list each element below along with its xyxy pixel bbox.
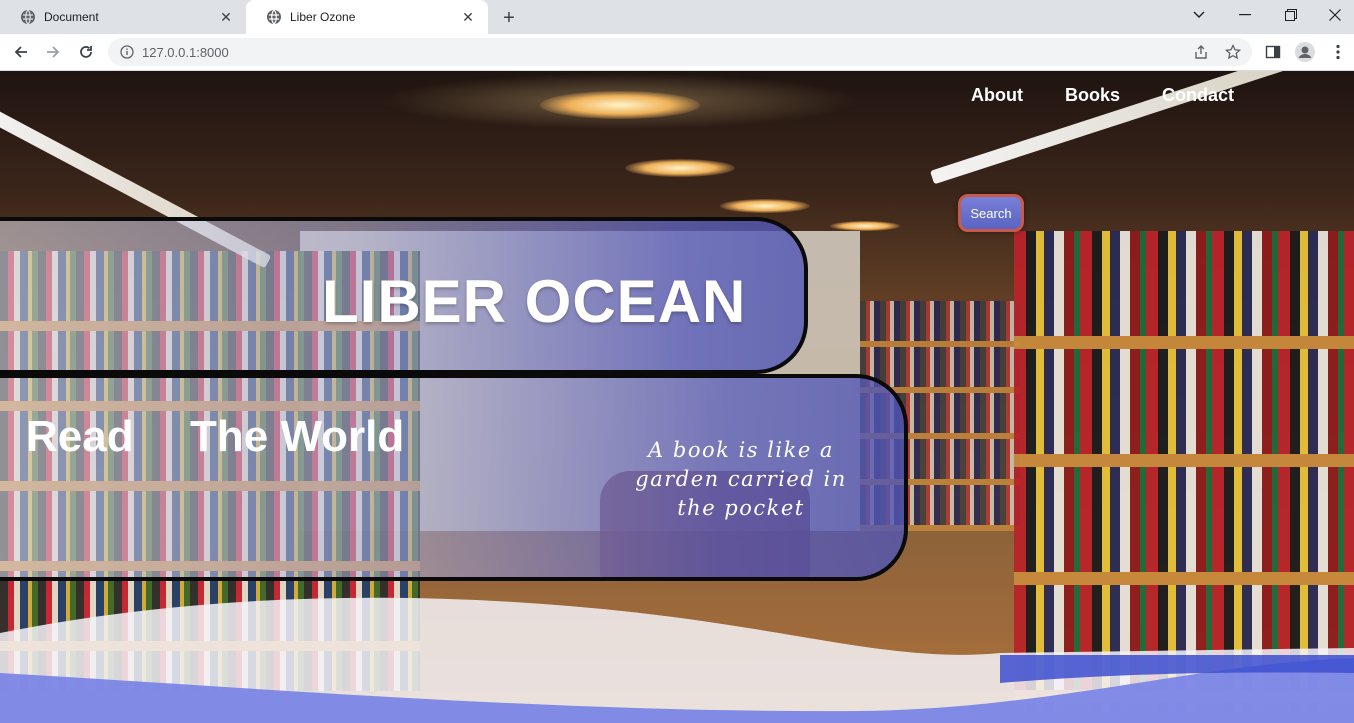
nav-link-books[interactable]: Books [1065, 85, 1120, 106]
ceiling-light [540, 91, 700, 119]
nav-link-about[interactable]: About [971, 85, 1023, 106]
minimize-icon[interactable] [1222, 0, 1268, 30]
reload-icon[interactable] [73, 39, 99, 65]
page-viewport: About Books Condact Search LIBER OCEAN R… [0, 71, 1354, 723]
tagline-read: Read [26, 412, 134, 461]
forward-icon[interactable] [40, 39, 66, 65]
site-navigation: About Books Condact [971, 85, 1234, 106]
browser-toolbar: 127.0.0.1:8000 [0, 34, 1354, 71]
globe-icon [266, 9, 282, 25]
quote-text: A book is like a garden carried in the p… [635, 438, 847, 520]
tab-strip: Document ✕ Liber Ozone ✕ + [0, 0, 1354, 34]
restore-icon[interactable] [1268, 0, 1314, 30]
profile-avatar-icon[interactable] [1292, 39, 1318, 65]
close-window-icon[interactable] [1312, 0, 1354, 30]
menu-kebab-icon[interactable] [1325, 39, 1351, 65]
tab-title: Document [44, 10, 99, 24]
close-tab-icon[interactable]: ✕ [460, 9, 476, 25]
tab-document[interactable]: Document ✕ [0, 0, 246, 34]
close-tab-icon[interactable]: ✕ [218, 9, 234, 25]
share-icon[interactable] [1188, 39, 1214, 65]
hero-title-panel: LIBER OCEAN [0, 217, 808, 374]
bookmark-star-icon[interactable] [1220, 39, 1246, 65]
tagline-panel: Read The World A book is like a garden c… [0, 374, 908, 581]
side-panel-icon[interactable] [1260, 39, 1286, 65]
info-icon[interactable] [120, 45, 134, 59]
ceiling-light [830, 221, 900, 231]
hero-title: LIBER OCEAN [322, 268, 747, 335]
tab-liber-ozone[interactable]: Liber Ozone ✕ [246, 0, 488, 34]
ceiling-light [625, 159, 735, 177]
ceiling-light [720, 199, 810, 213]
tab-title: Liber Ozone [290, 10, 356, 24]
nav-link-condact[interactable]: Condact [1162, 85, 1234, 106]
tagline-the-world: The World [190, 412, 405, 461]
globe-icon [20, 9, 36, 25]
decorative-waves [0, 597, 1354, 723]
new-tab-button[interactable]: + [498, 7, 520, 29]
url-text: 127.0.0.1:8000 [142, 44, 229, 60]
search-button[interactable]: Search [958, 194, 1024, 232]
back-icon[interactable] [8, 39, 34, 65]
address-bar[interactable]: 127.0.0.1:8000 [108, 38, 1252, 66]
tab-search-chevron-icon[interactable] [1176, 0, 1222, 30]
